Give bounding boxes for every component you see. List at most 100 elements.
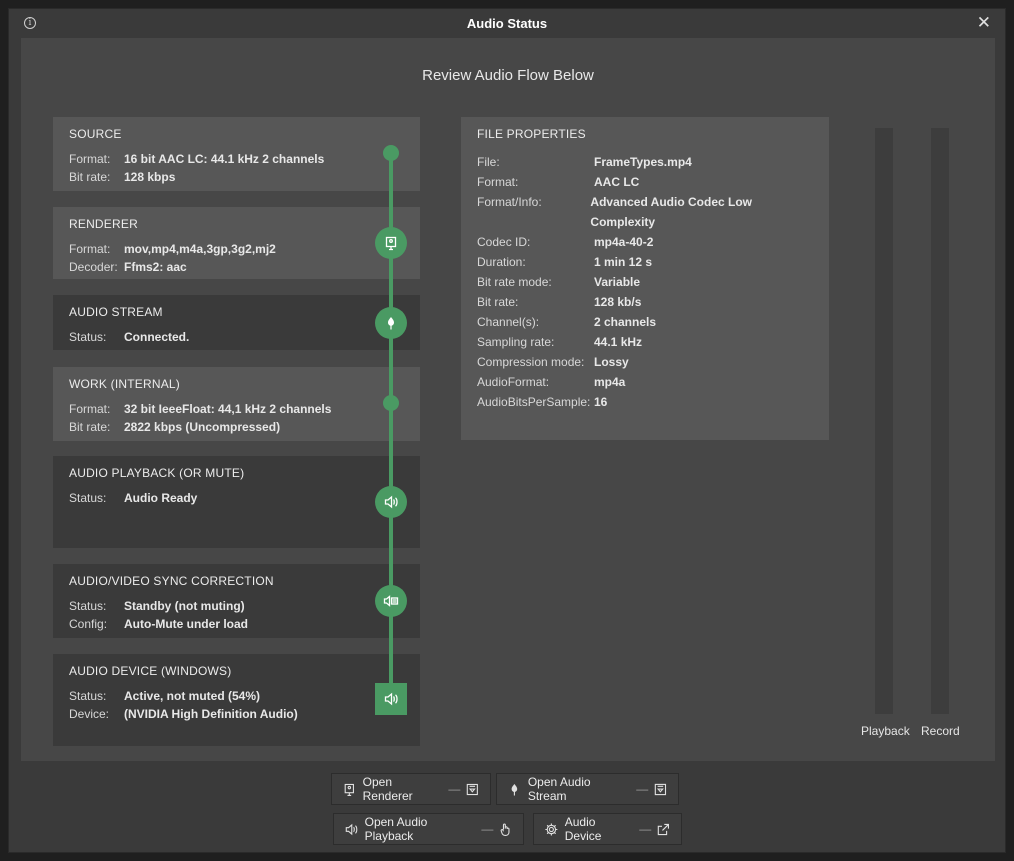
property-value: AAC LC: [594, 175, 640, 189]
card-title: AUDIO DEVICE (WINDOWS): [69, 664, 232, 678]
property-value: 16: [594, 395, 608, 409]
property-row: Format/Info: Advanced Audio Codec Low Com…: [477, 192, 813, 232]
info-row: Status: Active, not muted (54%): [69, 687, 404, 705]
source-node-icon: [383, 145, 399, 161]
open-audio-stream-button[interactable]: Open Audio Stream —: [496, 773, 679, 805]
info-row: Format: 32 bit IeeeFloat: 44,1 kHz 2 chan…: [69, 400, 404, 418]
info-row: Status: Standby (not muting): [69, 597, 404, 615]
card-title: WORK (INTERNAL): [69, 377, 180, 391]
info-row: Status: Audio Ready: [69, 489, 404, 507]
info-row: Status: Connected.: [69, 328, 404, 346]
info-row: Format: mov,mp4,m4a,3gp,3g2,mj2: [69, 240, 404, 258]
row-value: mov,mp4,m4a,3gp,3g2,mj2: [124, 242, 276, 256]
row-label: Status:: [69, 330, 107, 344]
button-label: Open Renderer: [362, 775, 413, 803]
work-card: WORK (INTERNAL) Format: 32 bit IeeeFloat:…: [53, 367, 420, 441]
work-node-icon: [383, 395, 399, 411]
record-meter: [931, 128, 949, 714]
renderer-icon: [344, 783, 354, 796]
row-label: Device:: [69, 707, 110, 721]
property-row: Compression mode: Lossy: [477, 352, 813, 372]
row-value: Ffms2: aac: [124, 260, 187, 274]
property-label: Bit rate mode:: [477, 275, 552, 289]
row-value: 128 kbps: [124, 170, 176, 184]
audio-device-button[interactable]: Audio Device —: [533, 813, 682, 845]
open-renderer-button[interactable]: Open Renderer —: [331, 773, 491, 805]
property-row: Format: AAC LC: [477, 172, 813, 192]
info-row: Bit rate: 128 kbps: [69, 168, 404, 186]
sync-icon[interactable]: [375, 585, 407, 617]
card-title: AUDIO PLAYBACK (OR MUTE): [69, 466, 245, 480]
row-label: Bit rate:: [69, 420, 111, 434]
audio-device-card: AUDIO DEVICE (WINDOWS) Status: Active, no…: [53, 654, 420, 746]
row-label: Status:: [69, 689, 107, 703]
row-value: Connected.: [124, 330, 190, 344]
button-label: Audio Device: [564, 815, 602, 843]
card-title: FILE PROPERTIES: [477, 127, 586, 141]
external-link-icon[interactable]: [656, 822, 671, 837]
row-value: 16 bit AAC LC: 44.1 kHz 2 channels: [124, 152, 325, 166]
dropdown-icon[interactable]: [465, 782, 480, 797]
card-title: SOURCE: [69, 127, 122, 141]
info-row: Device: (NVIDIA High Definition Audio): [69, 705, 404, 723]
page-heading: Review Audio Flow Below: [422, 67, 594, 84]
sync-correction-card: AUDIO/VIDEO SYNC CORRECTION Status: Stand…: [53, 564, 420, 638]
property-row: Duration: 1 min 12 s: [477, 252, 813, 272]
info-row: Decoder: Ffms2: aac: [69, 258, 404, 276]
device-speaker-icon[interactable]: [375, 683, 407, 715]
property-row: Bit rate mode: Variable: [477, 272, 813, 292]
card-title: RENDERER: [69, 217, 138, 231]
property-label: Format:: [477, 175, 519, 189]
property-value: mp4a-40-2: [594, 235, 654, 249]
separator: —: [481, 822, 494, 836]
row-label: Decoder:: [69, 260, 118, 274]
property-value: FrameTypes.mp4: [594, 155, 692, 169]
property-value: Lossy: [594, 355, 629, 369]
property-row: File: FrameTypes.mp4: [477, 152, 813, 172]
row-label: Status:: [69, 599, 107, 613]
property-value: Advanced Audio Codec Low Complexity: [590, 195, 752, 229]
stream-icon[interactable]: [375, 307, 407, 339]
row-label: Bit rate:: [69, 170, 111, 184]
property-value: 1 min 12 s: [594, 255, 653, 269]
button-label: Open Audio Playback: [364, 815, 428, 843]
renderer-icon[interactable]: [375, 227, 407, 259]
property-value: 44.1 kHz: [594, 335, 643, 349]
source-card: SOURCE Format: 16 bit AAC LC: 44.1 kHz 2 …: [53, 117, 420, 191]
separator: —: [636, 782, 649, 796]
property-row: AudioBitsPerSample: 16: [477, 392, 813, 412]
property-row: Bit rate: 128 kb/s: [477, 292, 813, 312]
separator: —: [448, 782, 461, 796]
property-label: Sampling rate:: [477, 335, 555, 349]
property-label: File:: [477, 155, 500, 169]
close-icon[interactable]: ✕: [977, 13, 991, 33]
property-label: AudioBitsPerSample:: [477, 395, 591, 409]
row-value: (NVIDIA High Definition Audio): [124, 707, 298, 721]
record-meter-label: Record: [921, 724, 960, 738]
hand-icon[interactable]: [498, 822, 513, 837]
row-label: Config:: [69, 617, 108, 631]
property-row: Sampling rate: 44.1 kHz: [477, 332, 813, 352]
row-value: Active, not muted (54%): [124, 689, 261, 703]
gear-icon: [545, 823, 558, 835]
audio-playback-card: AUDIO PLAYBACK (OR MUTE) Status: Audio Re…: [53, 456, 420, 548]
open-audio-playback-button[interactable]: Open Audio Playback —: [333, 813, 524, 845]
speaker-icon[interactable]: [375, 486, 407, 518]
row-value: Audio Ready: [124, 491, 198, 505]
info-row: Config: Auto-Mute under load: [69, 615, 404, 633]
renderer-card: RENDERER Format: mov,mp4,m4a,3gp,3g2,mj2 …: [53, 207, 420, 279]
property-row: AudioFormat: mp4a: [477, 372, 813, 392]
main-panel: Review Audio Flow Below SOURCE Format: 16…: [21, 38, 995, 761]
row-value: Auto-Mute under load: [124, 617, 248, 631]
property-value: Variable: [594, 275, 641, 289]
audio-stream-card: AUDIO STREAM Status: Connected.: [53, 295, 420, 350]
property-label: Duration:: [477, 255, 526, 269]
card-title: AUDIO/VIDEO SYNC CORRECTION: [69, 574, 274, 588]
property-label: Channel(s):: [477, 315, 540, 329]
dropdown-icon[interactable]: [653, 782, 668, 797]
stream-icon: [511, 783, 518, 796]
property-label: Bit rate:: [477, 295, 519, 309]
row-value: 2822 kbps (Uncompressed): [124, 420, 281, 434]
property-label: Format/Info:: [477, 195, 542, 209]
property-value: 2 channels: [594, 315, 657, 329]
